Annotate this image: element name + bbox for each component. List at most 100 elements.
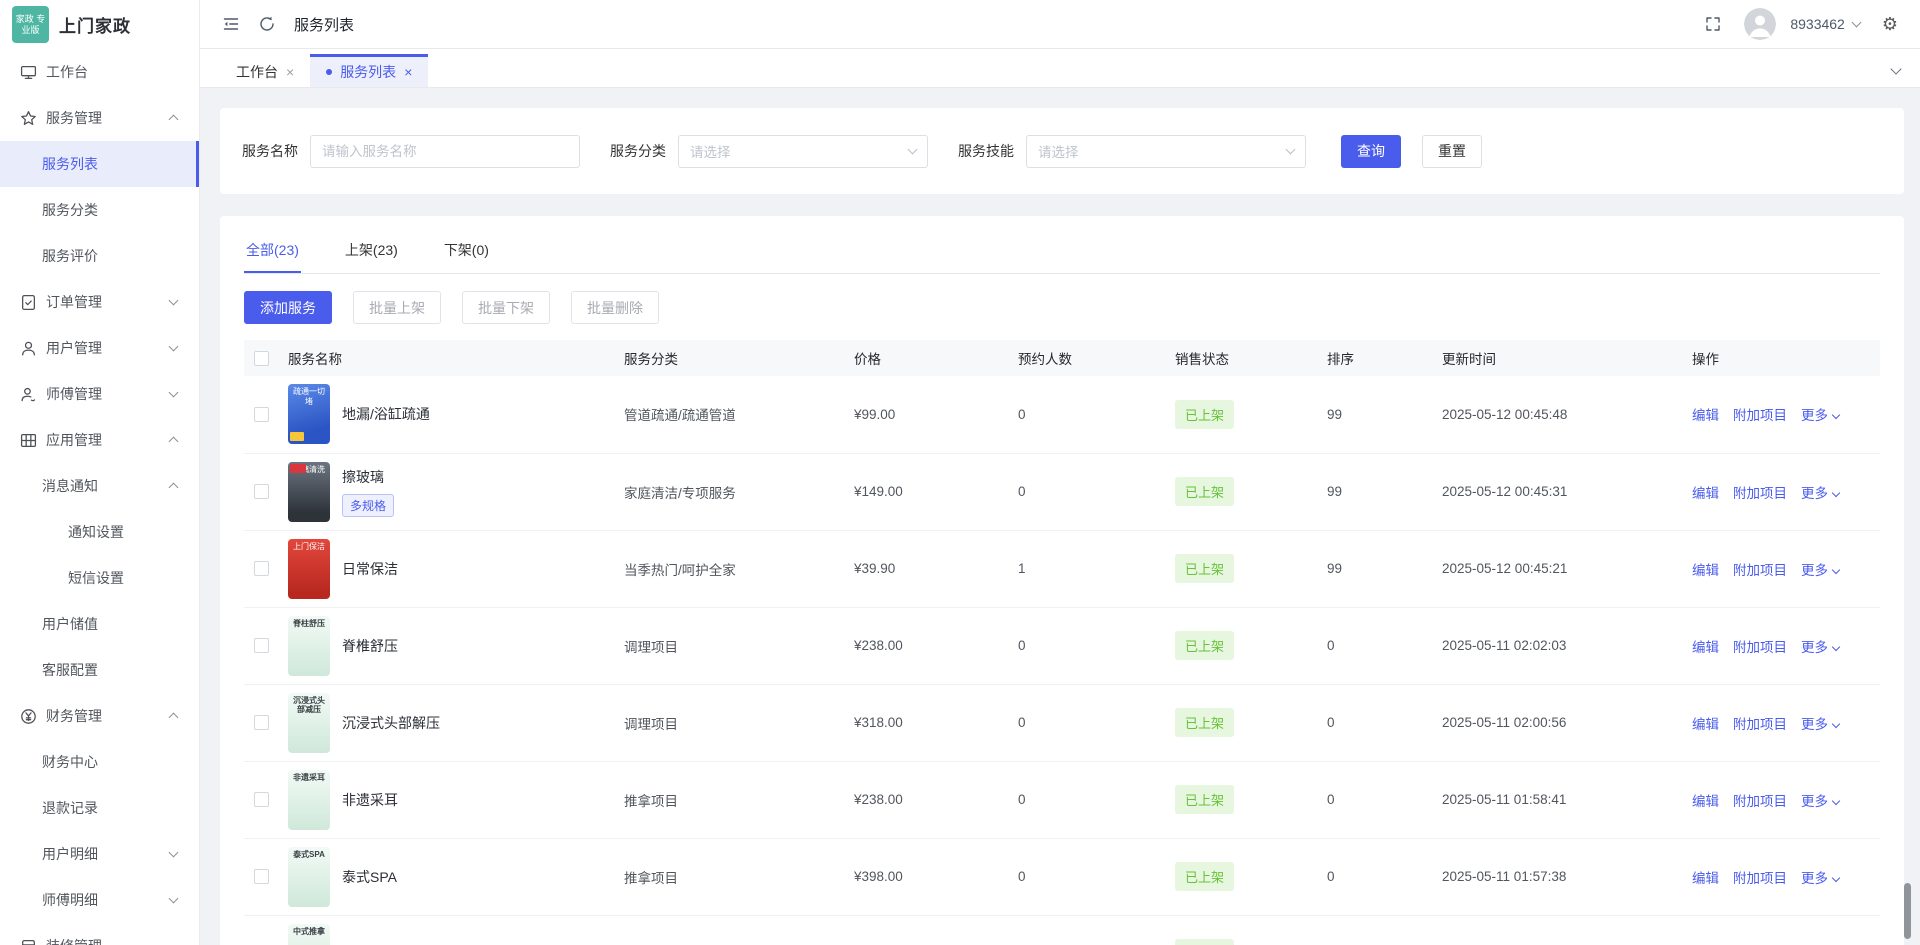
- service-category-select[interactable]: 请选择: [678, 135, 928, 168]
- batch-off-sale-button[interactable]: 批量下架: [462, 291, 550, 324]
- booking-count: 0: [1014, 376, 1171, 453]
- sidebar-item-label: 装修管理: [46, 936, 102, 945]
- topbar-right: 8933462 ⚙: [1704, 8, 1898, 40]
- search-button[interactable]: 查询: [1341, 135, 1401, 168]
- updated-time: 2025-05-12 00:45:31: [1438, 453, 1688, 530]
- row-checkbox[interactable]: [254, 638, 269, 653]
- row-checkbox[interactable]: [254, 484, 269, 499]
- row-checkbox[interactable]: [254, 407, 269, 422]
- sidebar-item-label: 服务列表: [42, 154, 98, 174]
- list-tab-off-sale[interactable]: 下架(0): [442, 230, 491, 273]
- edit-link[interactable]: 编辑: [1692, 871, 1719, 886]
- sidebar-item-order-management[interactable]: 订单管理: [0, 279, 199, 325]
- sidebar-item-service-category[interactable]: 服务分类: [0, 187, 199, 233]
- batch-on-sale-button[interactable]: 批量上架: [353, 291, 441, 324]
- sidebar-item-user-details[interactable]: 用户明细: [0, 831, 199, 877]
- more-link[interactable]: 更多: [1801, 871, 1839, 886]
- reset-button[interactable]: 重置: [1422, 135, 1482, 168]
- more-link[interactable]: 更多: [1801, 408, 1839, 423]
- service-category: [620, 915, 850, 945]
- sidebar-item-message-notice[interactable]: 消息通知: [0, 463, 199, 509]
- sidebar-item-master-management[interactable]: 师傅管理: [0, 371, 199, 417]
- edit-link[interactable]: 编辑: [1692, 794, 1719, 809]
- logo-badge: 家政 专业版: [12, 6, 49, 43]
- sidebar-item-sms-settings[interactable]: 短信设置: [0, 555, 199, 601]
- edit-link[interactable]: 编辑: [1692, 640, 1719, 655]
- batch-delete-button[interactable]: 批量删除: [571, 291, 659, 324]
- active-tab-dot: [326, 69, 332, 75]
- sidebar-item-notice-settings[interactable]: 通知设置: [0, 509, 199, 555]
- sidebar-item-decoration-management[interactable]: 装修管理: [0, 923, 199, 945]
- table-row: 泰式SPA泰式SPA推拿项目¥398.000已上架02025-05-11 01:…: [244, 838, 1880, 915]
- list-tab-all[interactable]: 全部(23): [244, 230, 301, 273]
- sidebar-item-finance-management[interactable]: 财务管理: [0, 693, 199, 739]
- close-icon[interactable]: ×: [404, 64, 412, 80]
- service-price: ¥149.00: [850, 453, 1014, 530]
- refresh-icon[interactable]: [258, 15, 276, 33]
- sidebar-item-app-management[interactable]: 应用管理: [0, 417, 199, 463]
- status-badge: 已上架: [1175, 477, 1234, 506]
- chevron-down-icon: [169, 894, 179, 904]
- scrollbar-thumb[interactable]: [1904, 883, 1911, 939]
- sidebar-item-service-review[interactable]: 服务评价: [0, 233, 199, 279]
- sidebar-item-customer-service-config[interactable]: 客服配置: [0, 647, 199, 693]
- menu-fold-icon[interactable]: [222, 15, 240, 33]
- addon-link[interactable]: 附加项目: [1733, 563, 1787, 578]
- service-skill-label: 服务技能: [958, 141, 1014, 161]
- user-menu[interactable]: 8933462: [1790, 16, 1860, 32]
- nav-tab-label: 服务列表: [340, 62, 396, 82]
- edit-link[interactable]: 编辑: [1692, 717, 1719, 732]
- sidebar-item-service-list[interactable]: 服务列表: [0, 141, 199, 187]
- select-all-checkbox[interactable]: [254, 351, 269, 366]
- service-table: 服务名称服务分类价格预约人数销售状态排序更新时间操作 疏通一切堵地漏/浴缸疏通管…: [244, 340, 1880, 945]
- more-link[interactable]: 更多: [1801, 794, 1839, 809]
- more-link[interactable]: 更多: [1801, 640, 1839, 655]
- addon-link[interactable]: 附加项目: [1733, 640, 1787, 655]
- more-link[interactable]: 更多: [1801, 717, 1839, 732]
- sidebar-item-label: 用户储值: [42, 614, 98, 634]
- addon-link[interactable]: 附加项目: [1733, 871, 1787, 886]
- chevron-down-icon: [1286, 145, 1296, 155]
- sidebar-item-service-management[interactable]: 服务管理: [0, 95, 199, 141]
- avatar[interactable]: [1744, 8, 1776, 40]
- row-checkbox[interactable]: [254, 561, 269, 576]
- status-badge: 已上架: [1175, 939, 1234, 945]
- nav-tab-workbench[interactable]: 工作台×: [220, 54, 310, 87]
- sidebar-item-finance-center[interactable]: 财务中心: [0, 739, 199, 785]
- sidebar-item-user-management[interactable]: 用户管理: [0, 325, 199, 371]
- sidebar-item-label: 师傅明细: [42, 890, 98, 910]
- row-checkbox[interactable]: [254, 715, 269, 730]
- sidebar-item-refund-records[interactable]: 退款记录: [0, 785, 199, 831]
- row-checkbox[interactable]: [254, 792, 269, 807]
- sidebar-item-label: 用户管理: [46, 338, 102, 358]
- sidebar-item-workbench[interactable]: 工作台: [0, 49, 199, 95]
- chevron-down-icon: [1851, 18, 1861, 28]
- more-link[interactable]: 更多: [1801, 563, 1839, 578]
- addon-link[interactable]: 附加项目: [1733, 794, 1787, 809]
- gear-icon[interactable]: ⚙: [1882, 15, 1898, 33]
- brand-logo: 家政 专业版 上门家政: [0, 0, 199, 49]
- list-tab-on-sale[interactable]: 上架(23): [343, 230, 400, 273]
- edit-link[interactable]: 编辑: [1692, 408, 1719, 423]
- addon-link[interactable]: 附加项目: [1733, 717, 1787, 732]
- service-skill-select[interactable]: 请选择: [1026, 135, 1306, 168]
- fullscreen-icon[interactable]: [1704, 15, 1722, 33]
- nav-tabs: 工作台× 服务列表 ×: [220, 54, 428, 87]
- sidebar-item-master-details[interactable]: 师傅明细: [0, 877, 199, 923]
- chevron-down-icon: [1832, 873, 1840, 881]
- service-name: 非遗采耳: [342, 790, 398, 810]
- row-checkbox[interactable]: [254, 869, 269, 884]
- more-link[interactable]: 更多: [1801, 486, 1839, 501]
- service-name-input[interactable]: [310, 135, 580, 168]
- close-icon[interactable]: ×: [286, 64, 294, 80]
- sidebar-item-label: 应用管理: [46, 430, 102, 450]
- add-service-button[interactable]: 添加服务: [244, 291, 332, 324]
- sidebar-item-user-stored-value[interactable]: 用户储值: [0, 601, 199, 647]
- nav-tab-service-list[interactable]: 服务列表 ×: [310, 54, 428, 87]
- addon-link[interactable]: 附加项目: [1733, 486, 1787, 501]
- edit-link[interactable]: 编辑: [1692, 563, 1719, 578]
- edit-link[interactable]: 编辑: [1692, 486, 1719, 501]
- addon-link[interactable]: 附加项目: [1733, 408, 1787, 423]
- service-skill-select-value: 请选择: [1038, 141, 1079, 161]
- tab-list-chevron-icon[interactable]: [1890, 63, 1901, 74]
